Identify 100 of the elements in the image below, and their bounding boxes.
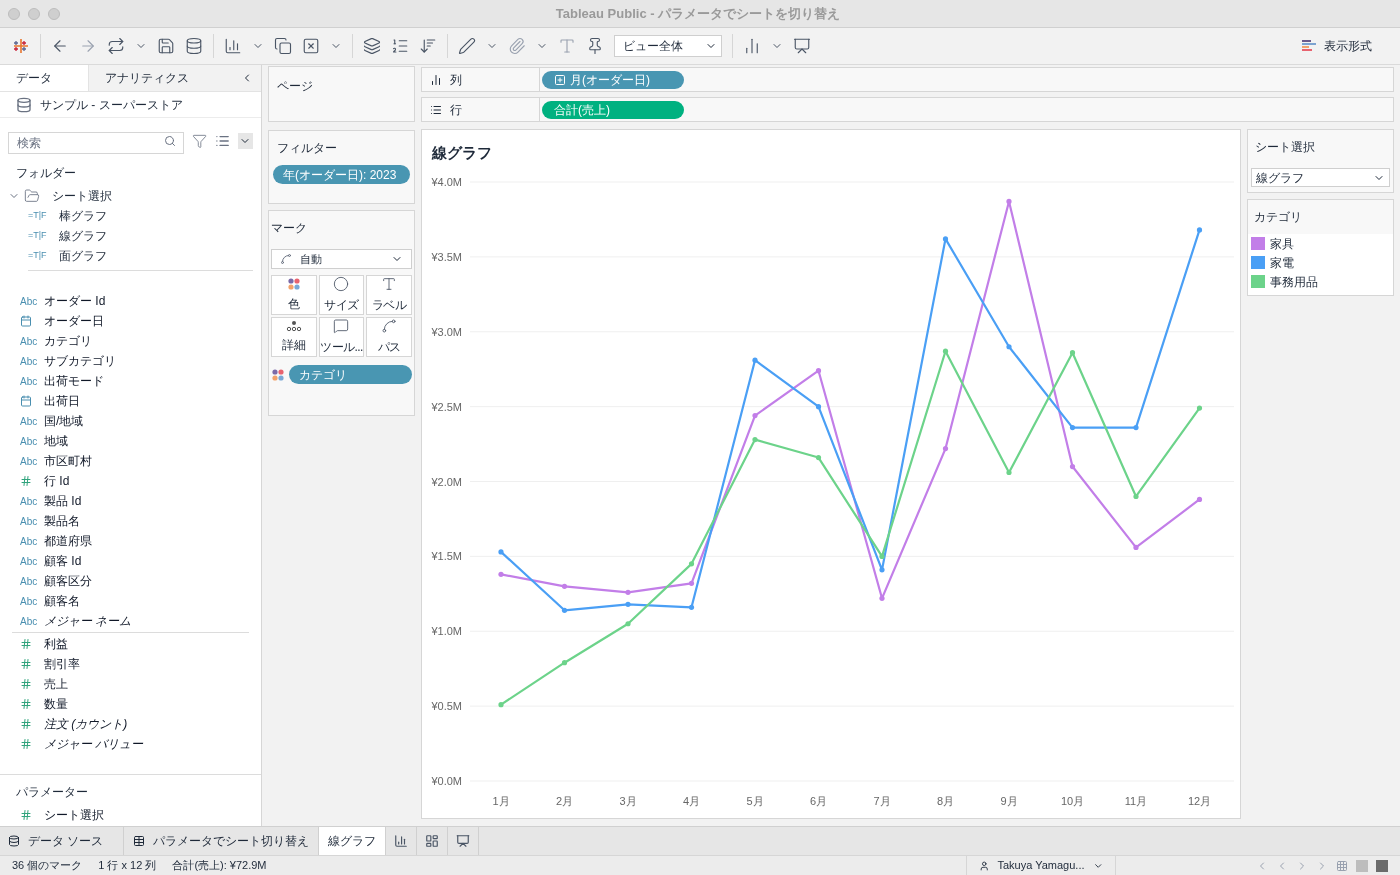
data-point [561,583,568,589]
sort-ascending-icon[interactable] [391,37,409,55]
data-point [625,601,631,607]
card-title: フィルター [276,140,338,157]
grid-icon[interactable] [1336,859,1348,872]
field-item[interactable]: 利益 [44,635,68,653]
calendar-icon [20,315,32,327]
mark-property-button[interactable]: ラベル [366,275,412,315]
mark-property-button[interactable]: 詳細 [271,317,317,357]
forward-arrow-icon[interactable] [79,37,97,55]
field-item[interactable]: 都道府県 [44,532,92,550]
mark-property-button[interactable]: 色 [271,275,317,315]
tile-icon[interactable] [1356,859,1368,872]
hash-icon [20,809,32,821]
chart-icon[interactable] [743,37,761,55]
user-name[interactable]: Takuya Yamagu... [997,857,1085,874]
axis-tick-label: ¥3.5M [431,250,462,263]
presentation-icon[interactable] [793,37,811,55]
axis-tick-label: ¥3.0M [431,325,462,338]
type-label: Abc [20,454,39,469]
field-item[interactable]: 出荷モード [44,372,104,390]
field-item[interactable]: 注文 (カウント) [44,715,128,733]
repeat-icon[interactable] [107,37,125,55]
field-item[interactable]: 国/地域 [44,412,84,430]
dots-icon [285,320,302,332]
field-item[interactable]: 地域 [44,432,68,450]
data-point [815,454,822,461]
field-item[interactable]: 製品 Id [44,492,82,510]
field-item[interactable]: 売上 [44,675,68,693]
data-point [688,604,695,610]
folder-icon [24,188,40,204]
field-item[interactable]: オーダー日 [44,312,104,330]
type-label: Abc [20,334,39,349]
tile-icon[interactable] [1376,859,1388,872]
field-item[interactable]: 割引率 [44,655,80,673]
list-icon[interactable] [214,133,230,149]
field-item[interactable]: 出荷日 [44,392,80,410]
speech-bubble-icon [333,318,350,334]
field-item[interactable]: 面グラフ [58,247,107,265]
mark-property-button[interactable]: サイズ [318,275,365,315]
field-item[interactable]: 市区町村 [44,452,92,470]
line-icon [280,253,292,265]
filter-icon[interactable] [191,133,207,149]
data-point [1069,350,1076,356]
data-point [1006,344,1012,350]
status-text: 1 行 x 12 列 [98,858,157,874]
field-item[interactable]: カテゴリ [44,332,92,350]
text-icon[interactable] [558,37,576,55]
pen-icon[interactable] [458,37,476,55]
data-point [498,571,504,577]
clear-icon[interactable] [302,37,320,55]
sort-descending-icon[interactable] [419,37,437,55]
shelf-label: 行 [450,101,462,119]
pin-icon[interactable] [586,37,604,55]
calendar-icon [20,395,32,407]
paperclip-icon[interactable] [508,37,526,55]
layers-icon[interactable] [363,37,381,55]
axis-tick-label: ¥4.0M [431,176,462,188]
bar-chart-icon[interactable] [224,37,242,55]
save-icon[interactable] [157,37,175,55]
axis-tick-label: ¥2.5M [431,400,462,413]
field-item[interactable]: 顧客名 [44,592,80,610]
field-item[interactable]: 顧客 Id [44,552,82,570]
field-item[interactable]: オーダー Id [44,292,106,310]
copy-icon[interactable] [274,37,292,55]
mark-property-button[interactable]: ツール... [318,317,365,357]
axis-tick-label: 2月 [555,795,574,807]
pane-tab[interactable]: アナリティクス [88,65,261,91]
fit-dropdown[interactable]: ビュー全体 [614,35,722,57]
field-item[interactable]: 数量 [44,695,68,713]
field-item[interactable]: メジャー ネーム [44,612,132,630]
logo-icon[interactable] [12,37,30,55]
hash-icon [20,658,32,670]
axis-tick-label: ¥2.0M [431,475,462,488]
field-item[interactable]: サブカテゴリ [44,352,116,370]
folder-item[interactable]: シート選択 [52,187,112,205]
grid-icon [133,835,145,847]
data-point [688,580,695,586]
data-point [1196,227,1203,233]
search-field[interactable]: 検索 [8,132,184,154]
sheet-tab[interactable]: 線グラフ [319,827,386,855]
field-item[interactable]: 行 Id [44,472,70,490]
field-item[interactable]: 製品名 [44,512,80,530]
field-item[interactable]: メジャー バリュー [44,735,144,753]
type-label: Abc [20,374,39,389]
field-item[interactable]: 線グラフ [58,227,107,245]
field-item[interactable]: 顧客区分 [44,572,92,590]
field-item[interactable]: 棒グラフ [58,207,107,225]
database-icon[interactable] [185,37,203,55]
color-dots-icon [271,367,285,382]
parameter-dropdown[interactable]: 線グラフ [1251,168,1390,187]
mark-property-button[interactable]: パス [366,317,412,357]
data-source-name[interactable]: サンプル - スーパーストア [40,95,183,114]
database-icon [16,96,32,113]
dropdown-button[interactable] [237,133,253,149]
field-item[interactable]: シート選択 [44,806,104,824]
type-label: Abc [20,534,39,549]
mark-type-dropdown[interactable]: 自動 [271,249,412,269]
card-title: カテゴリ [1253,209,1303,226]
show-me-button[interactable]: 表示形式 [1302,37,1388,55]
